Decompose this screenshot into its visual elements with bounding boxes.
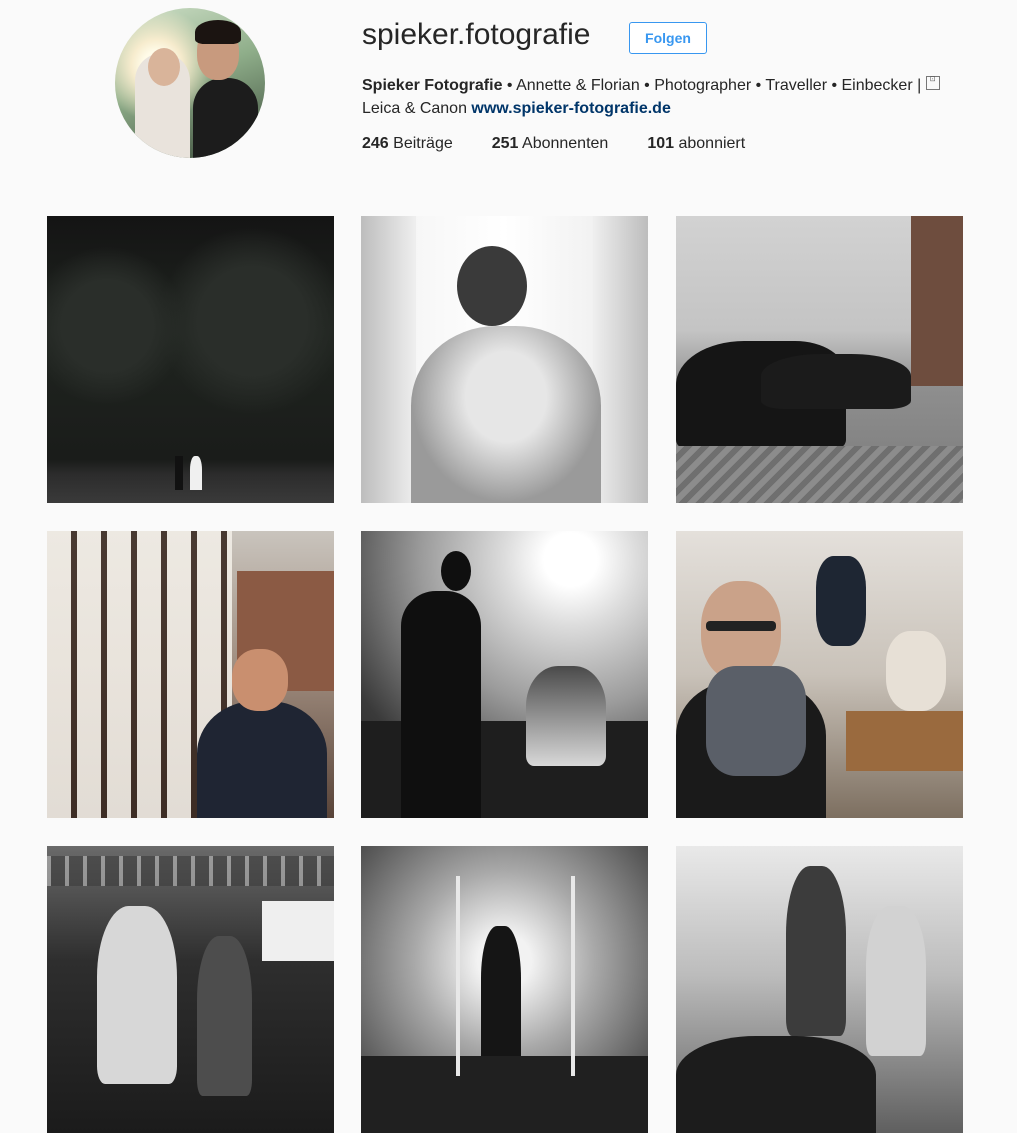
post-1-groom: [175, 456, 183, 490]
post-2-curtain-right: [593, 216, 648, 503]
post-2-dress: [411, 326, 601, 503]
post-tile-1[interactable]: [47, 216, 334, 503]
post-2-curtain-left: [361, 216, 416, 503]
stat-followers[interactable]: 251 Abonnenten: [492, 135, 609, 153]
post-9-singer: [786, 866, 846, 1036]
post-tile-8[interactable]: [361, 846, 648, 1133]
post-7-banner: [262, 901, 334, 961]
post-tile-4[interactable]: [47, 531, 334, 818]
bio-name: Spieker Fotografie: [362, 77, 503, 94]
profile-stats: 246 Beiträge 251 Abonnenten 101 abonnier…: [362, 135, 784, 153]
stat-following[interactable]: 101 abonniert: [647, 135, 745, 153]
post-8-light-beam: [456, 876, 460, 1076]
post-5-bride-silhouette: [526, 666, 606, 766]
post-6-glasses: [706, 621, 776, 631]
bio-website-link[interactable]: www.spieker-fotografie.de: [471, 100, 670, 117]
post-7-bassist: [197, 936, 252, 1096]
stat-posts: 246 Beiträge: [362, 135, 453, 152]
post-tile-3[interactable]: [676, 216, 963, 503]
post-tile-9[interactable]: [676, 846, 963, 1133]
bio-text-line1: • Annette & Florian • Photographer • Tra…: [502, 77, 926, 94]
post-3-cobblestones: [676, 446, 963, 503]
post-6-person-standing: [816, 556, 866, 646]
post-6-scarf: [706, 666, 806, 776]
follow-button[interactable]: Folgen: [629, 22, 707, 54]
post-3-building: [911, 216, 963, 386]
post-tile-2[interactable]: [361, 216, 648, 503]
post-1-bride: [190, 456, 202, 490]
post-7-stage-truss: [47, 856, 334, 886]
post-9-guitarist: [866, 906, 926, 1056]
post-9-crowd-head: [676, 1036, 876, 1133]
avatar-person-right: [193, 78, 258, 158]
profile-bio: Spieker Fotografie • Annette & Florian •…: [362, 74, 972, 120]
profile-avatar[interactable]: [115, 8, 265, 158]
post-tile-5[interactable]: [361, 531, 648, 818]
avatar-face-left: [148, 48, 180, 86]
post-4-man-jacket: [197, 701, 327, 818]
post-tile-6[interactable]: [676, 531, 963, 818]
post-8-raised-hand: [481, 926, 521, 1056]
camera-icon: ⊡: [925, 76, 940, 90]
post-2-head: [457, 246, 527, 326]
post-6-table: [846, 711, 963, 771]
post-1-foliage: [157, 226, 334, 416]
post-8-crowd: [361, 1056, 648, 1133]
post-5-groom-silhouette: [401, 591, 481, 818]
profile-username: spieker.fotografie: [362, 18, 591, 51]
post-7-guitarist: [97, 906, 177, 1084]
post-3-car-2: [761, 354, 911, 409]
post-tile-7[interactable]: [47, 846, 334, 1133]
post-4-man-face: [232, 649, 288, 711]
bio-text-line2: Leica & Canon: [362, 100, 472, 117]
post-6-woman: [886, 631, 946, 711]
avatar-hair-right: [195, 20, 241, 44]
post-8-light-beam: [571, 876, 575, 1076]
post-5-groom-head: [441, 551, 471, 591]
